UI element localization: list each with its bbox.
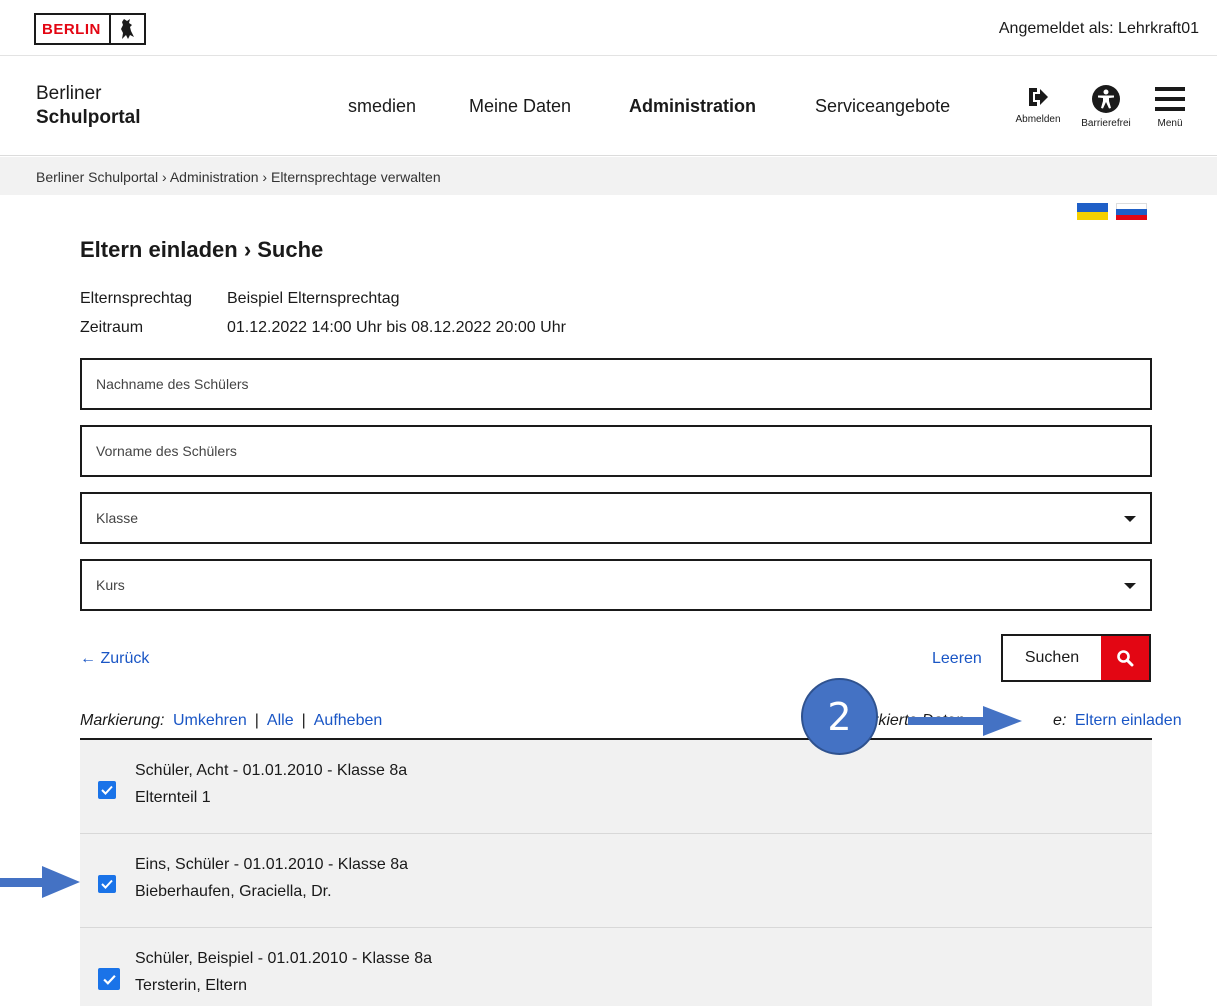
annotation-overlay bbox=[0, 706, 1022, 898]
arrow-right-icon bbox=[0, 866, 80, 898]
arrow-right-icon bbox=[908, 706, 1022, 736]
